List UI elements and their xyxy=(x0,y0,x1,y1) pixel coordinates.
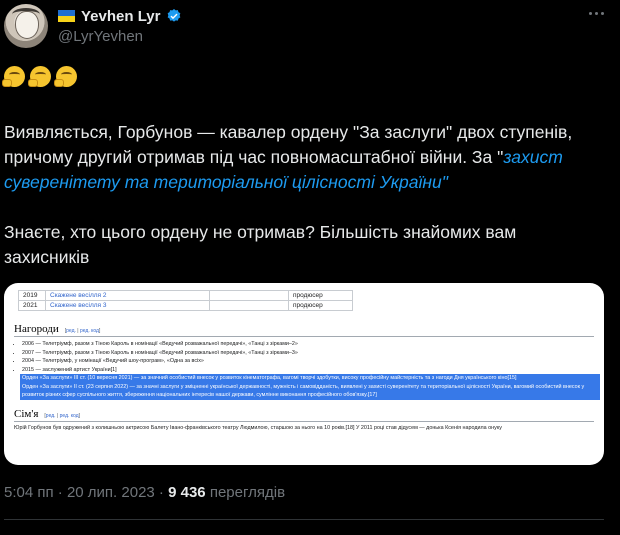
table-cell-role: продюсер xyxy=(288,300,353,311)
table-cell-year: 2021 xyxy=(18,300,46,311)
section-heading-awards: Нагороди [ред. | ред. код] xyxy=(14,323,100,335)
heading-divider xyxy=(14,421,594,422)
edit-code-link[interactable]: ред. код xyxy=(60,413,79,419)
edit-links: [ред. | ред. код] xyxy=(64,328,101,334)
list-item-highlighted: Орден «За заслуги» III ст. (10 вересня 2… xyxy=(20,374,600,383)
tweet-meta: 5:04 пп · 20 лип. 2023 · 9 436 перегляді… xyxy=(4,484,285,501)
table-cell-title[interactable]: Скажене весілля 3 xyxy=(45,300,210,311)
list-item: 2015 — заслужений артист України[1] xyxy=(22,366,600,375)
section-heading-family: Сім'я [ред. | ред. код] xyxy=(14,408,80,420)
tweet-paragraph-2: Знаєте, хто цього ордену не отримав? Біл… xyxy=(4,222,517,267)
table-cell-role: продюсер xyxy=(288,290,353,301)
heading-divider xyxy=(14,336,594,337)
name-row: Yevhen Lyr xyxy=(58,6,182,26)
more-options-icon[interactable] xyxy=(589,12,604,15)
tweet-time[interactable]: 5:04 пп xyxy=(4,484,54,501)
list-item: 2004 — Телетріумф, у номінації «Ведучий … xyxy=(22,357,600,366)
ukraine-flag-icon xyxy=(58,10,75,22)
face-with-hand-over-mouth-icon xyxy=(28,66,51,87)
list-item: 2006 — Телетріумф, разом з Тіною Кароль … xyxy=(22,340,600,349)
table-cell-year: 2019 xyxy=(18,290,46,301)
edit-link[interactable]: ред. xyxy=(46,413,56,419)
bottom-divider xyxy=(4,519,604,520)
awards-list: 2006 — Телетріумф, разом з Тіною Кароль … xyxy=(14,340,600,400)
heading-text: Нагороди xyxy=(14,323,59,335)
tweet-text-segment: " xyxy=(441,172,448,192)
edit-link[interactable]: ред. xyxy=(66,328,76,334)
family-paragraph: Юрій Горбунов був одружений з колишньою … xyxy=(14,425,502,431)
face-with-hand-over-mouth-icon xyxy=(54,66,77,87)
face-with-hand-over-mouth-icon xyxy=(2,66,25,87)
avatar[interactable] xyxy=(4,4,48,48)
verified-badge-icon xyxy=(168,9,181,22)
tweet-paragraph-1: Виявляється, Горбунов — кавалер ордену "… xyxy=(4,120,604,195)
table-cell-empty xyxy=(209,300,289,311)
tweet-date[interactable]: 20 лип. 2023 xyxy=(67,484,155,501)
edit-links: [ред. | ред. код] xyxy=(44,413,81,419)
view-count: 9 436 xyxy=(168,484,206,501)
emoji-row xyxy=(2,66,77,87)
table-cell-empty xyxy=(209,290,289,301)
heading-text: Сім'я xyxy=(14,408,39,420)
list-item-highlighted: Орден «За заслуги» II ст. (23 серпня 202… xyxy=(20,382,600,400)
list-item: 2007 — Телетріумф, разом з Тіною Кароль … xyxy=(22,349,600,358)
tweet-text-segment: Виявляється, Горбунов — кавалер ордену "… xyxy=(4,122,573,167)
filmography-table: 2019 Скажене весілля 2 продюсер 2021 Ска… xyxy=(18,290,353,311)
display-name[interactable]: Yevhen Lyr xyxy=(81,8,160,25)
tweet-header: Yevhen Lyr @LyrYevhen xyxy=(0,0,620,52)
meta-separator: · xyxy=(154,484,169,501)
table-row: 2019 Скажене весілля 2 продюсер xyxy=(18,290,353,301)
avatar-face xyxy=(15,11,39,39)
views-label: переглядів xyxy=(205,484,286,501)
meta-separator: · xyxy=(53,484,67,501)
table-row: 2021 Скажене весілля 3 продюсер xyxy=(18,300,353,311)
table-cell-title[interactable]: Скажене весілля 2 xyxy=(45,290,210,301)
attached-image[interactable]: 2019 Скажене весілля 2 продюсер 2021 Ска… xyxy=(4,283,604,465)
tweet-text: Виявляється, Горбунов — кавалер ордену "… xyxy=(4,120,604,270)
edit-code-link[interactable]: ред. код xyxy=(80,328,99,334)
user-handle[interactable]: @LyrYevhen xyxy=(58,28,143,45)
